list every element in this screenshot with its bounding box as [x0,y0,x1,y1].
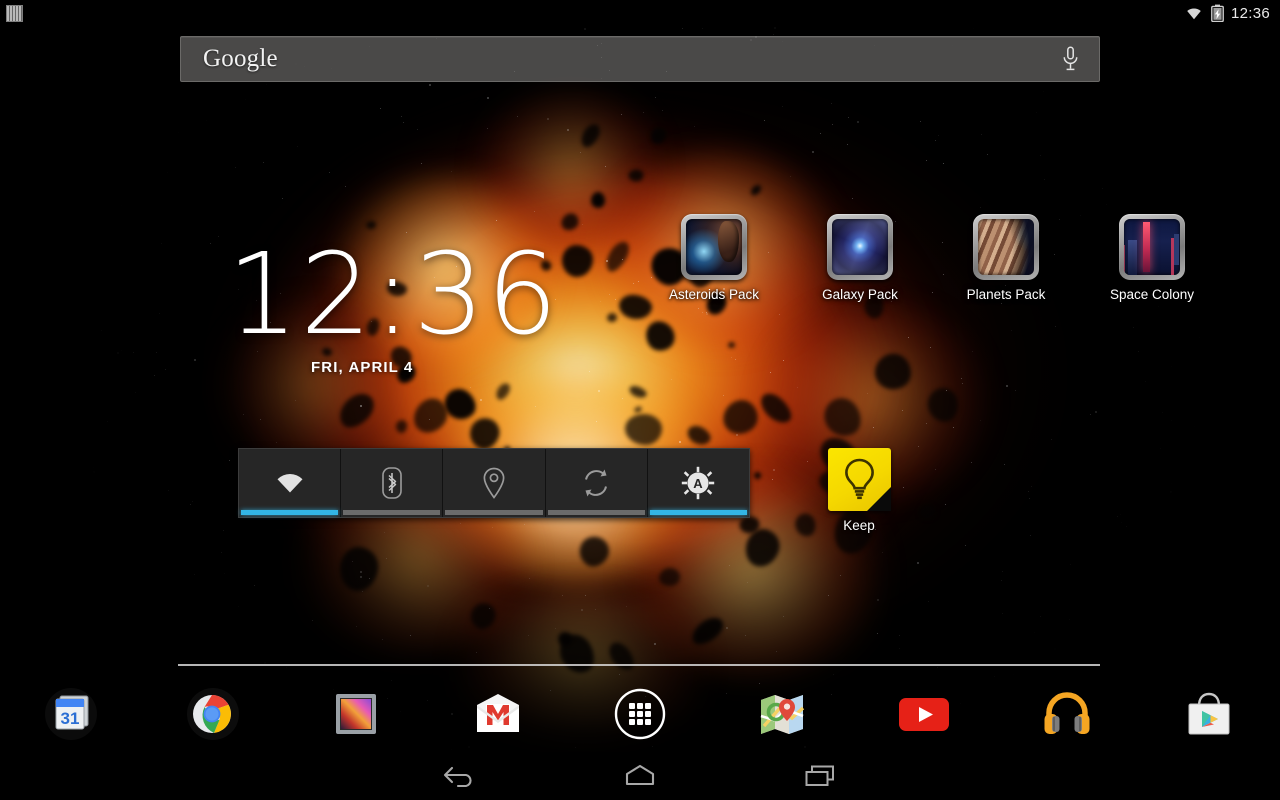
favorites-dock: 31 [0,676,1280,752]
wifi-icon [1187,8,1201,20]
dock-item-calendar[interactable]: 31 [0,686,142,742]
shortcut-label: Planets Pack [966,287,1046,302]
keep-shortcut[interactable]: Keep [806,448,912,533]
toggle-brightness[interactable]: A [648,449,749,517]
toggle-sync[interactable] [546,449,648,517]
navigation-bar [0,752,1280,800]
dock-divider [178,664,1100,666]
shortcut-label: Space Colony [1109,287,1195,302]
power-control-widget: A [238,448,750,518]
play-music-icon [1039,686,1095,742]
maps-icon [754,686,810,742]
youtube-icon [896,686,952,742]
planets-pack-artwork [978,219,1034,275]
wallpaper-vignette [0,0,1280,760]
status-bar-clock: 12:36 [1230,4,1270,22]
back-arrow-icon [443,766,472,788]
dock-item-chrome[interactable] [142,686,284,742]
battery-charging-icon [1211,4,1224,22]
android-home-screen: 12:36 Google 12:36 FRI, APRIL 4 Asteroid… [0,0,1280,800]
back-button[interactable] [432,756,488,796]
dock-item-play-music[interactable] [996,686,1138,742]
clock-widget-date: FRI, APRIL 4 [311,359,414,376]
toggle-indicator-location [445,510,543,515]
planets-pack-icon [973,214,1039,280]
brightness-auto-icon: A [682,466,715,500]
galaxy-pack-icon [827,214,893,280]
wifi-icon [277,473,303,493]
notification-bars-icon [6,4,23,22]
dock-item-app-drawer[interactable] [569,686,711,742]
status-bar-system[interactable]: 12:36 [1184,4,1270,22]
google-search-bar[interactable]: Google [180,36,1100,82]
location-pin-icon [483,467,505,499]
galaxy-pack-artwork [832,219,888,275]
keep-lightbulb-icon [827,448,891,511]
shortcut-label: Asteroids Pack [668,287,760,302]
keep-label: Keep [843,518,875,533]
space-colony-icon [1119,214,1185,280]
recent-apps-icon [805,765,834,786]
home-button[interactable] [612,756,668,796]
asteroids-pack-artwork [686,219,742,275]
dock-item-maps[interactable] [711,686,853,742]
chrome-icon [185,686,241,742]
gallery-icon [328,686,384,742]
sync-icon [585,469,608,497]
dock-item-gallery[interactable] [284,686,426,742]
status-bar-notifications[interactable] [6,4,23,22]
keep-folded-corner [866,487,891,511]
play-store-icon [1181,686,1237,742]
toggle-bluetooth[interactable] [341,449,444,517]
google-logo-text: Google [203,45,278,72]
wallpaper [0,0,1280,760]
app-drawer-icon [612,686,668,742]
dock-item-youtube[interactable] [853,686,995,742]
clock-widget-time: 12:36 [227,230,560,360]
status-bar: 12:36 [0,0,1280,26]
toggle-indicator-sync [547,510,645,515]
shortcut-galaxy-pack[interactable]: Galaxy Pack [800,214,920,302]
space-colony-artwork [1124,219,1180,275]
dock-item-play-store[interactable] [1138,686,1280,742]
toggle-indicator-bluetooth [343,510,441,515]
dock-item-gmail[interactable] [427,686,569,742]
shortcut-asteroids-pack[interactable]: Asteroids Pack [654,214,774,302]
toggle-location[interactable] [443,449,546,517]
asteroids-pack-icon [681,214,747,280]
bluetooth-icon [381,467,402,499]
gmail-icon [470,686,526,742]
clock-widget[interactable]: 12:36 FRI, APRIL 4 [215,230,560,376]
calendar-icon: 31 [43,686,99,742]
lightbulb-glyph [844,458,874,500]
toggle-indicator-wifi [241,510,339,515]
shortcut-label: Galaxy Pack [822,287,898,302]
calendar-day-number: 31 [61,709,80,728]
shortcut-space-colony[interactable]: Space Colony [1092,214,1212,302]
home-icon [625,764,655,786]
toggle-indicator-brightness [649,510,748,515]
microphone-icon[interactable] [1062,46,1079,72]
toggle-wifi[interactable] [239,449,342,517]
svg-text:A: A [694,476,704,491]
recents-button[interactable] [792,756,848,796]
shortcut-planets-pack[interactable]: Planets Pack [946,214,1066,302]
